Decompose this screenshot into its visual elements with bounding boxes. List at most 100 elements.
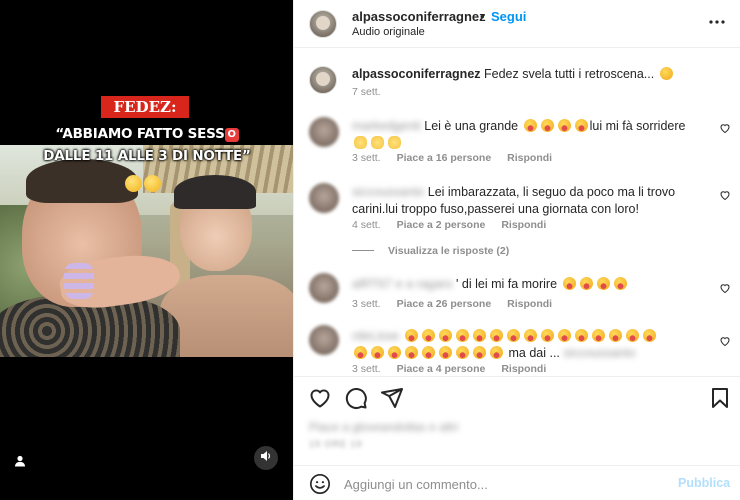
laughing-emoji-icon	[591, 329, 605, 342]
laughing-emoji-icon	[625, 329, 639, 342]
post-date: 19 ORE 19	[309, 439, 363, 449]
author-username[interactable]: alpassoconiferragnez	[352, 9, 486, 24]
comment-4-likes[interactable]: Piace a 4 persone	[397, 363, 486, 375]
laughing-emoji-icon	[506, 329, 520, 342]
comment-3: alRT67 e a ragaro ' di lei mi fa morire	[352, 276, 702, 293]
post-header: alpassoconiferragnez • Segui Audio origi…	[294, 0, 740, 48]
header-separator: •	[480, 9, 485, 24]
view-replies-label: Visualizza le risposte (2)	[388, 245, 510, 257]
video-badge: FEDEZ:	[101, 96, 189, 118]
laughing-emoji-icon	[523, 119, 537, 132]
comment-1: markedgenti Lei è una grande lui mi fà s…	[352, 118, 702, 152]
comment-3-blurred-text: e a ragaro	[395, 277, 453, 291]
caption-avatar[interactable]	[309, 66, 337, 94]
comment-2-reply[interactable]: Rispondi	[501, 219, 546, 231]
caption-username[interactable]: alpassoconiferragnez	[352, 67, 481, 81]
laughing-emoji-icon	[456, 346, 469, 359]
comment-avatar[interactable]	[309, 273, 339, 303]
caption-text: Fedez svela tutti i retroscena...	[484, 67, 655, 81]
video-emojis	[125, 175, 163, 196]
view-replies-button[interactable]: Visualizza le risposte (2)	[352, 245, 509, 257]
caption: alpassoconiferragnez Fedez svela tutti i…	[352, 66, 702, 83]
sweat-smile-emoji-icon	[144, 175, 161, 192]
laughing-emoji-icon	[438, 329, 452, 342]
publish-button[interactable]: Pubblica	[678, 476, 730, 490]
comment-4-time: 3 sett.	[352, 363, 381, 375]
laughing-emoji-icon	[608, 329, 622, 342]
post-media[interactable]: FEDEZ: “ABBIAMO FATTO SESS O DALLE 11 ALL…	[0, 0, 293, 500]
comment-1-time: 3 sett.	[352, 152, 381, 164]
comment-input[interactable]	[344, 474, 664, 494]
comment-3-time: 3 sett.	[352, 298, 381, 310]
painted-nails	[64, 263, 94, 299]
laughing-emoji-icon	[540, 329, 554, 342]
save-bookmark-icon[interactable]	[708, 386, 732, 410]
laughing-emoji-icon	[388, 346, 401, 359]
likes-summary[interactable]: Piace a gloveandollas e altri	[309, 420, 458, 434]
comment-like-icon[interactable]	[719, 122, 731, 134]
add-comment-bar: Pubblica	[294, 465, 740, 500]
comment-avatar[interactable]	[309, 325, 339, 355]
laughing-emoji-icon	[472, 329, 486, 342]
o-button-icon: O	[224, 128, 239, 142]
laughing-emoji-icon	[574, 119, 588, 132]
comment-3-username[interactable]: alRT67	[352, 277, 392, 291]
comment-2: siccoussanto Lei imbarazzata, li seguo d…	[352, 184, 702, 218]
sound-icon[interactable]	[254, 446, 278, 470]
emoji-picker-icon[interactable]	[309, 473, 331, 495]
laughing-emoji-icon	[371, 346, 384, 359]
laughing-emoji-icon	[473, 346, 486, 359]
video-quote-line-1: “ABBIAMO FATTO SESS O	[16, 126, 278, 142]
laughing-emoji-icon	[455, 329, 469, 342]
comment-bubble-icon[interactable]	[344, 386, 368, 410]
shush-emoji-icon	[125, 175, 142, 192]
action-bar	[294, 376, 740, 416]
comment-4-meta: 3 sett. Piace a 4 persone Rispondi	[352, 363, 546, 375]
comment-2-meta: 4 sett. Piace a 2 persone Rispondi	[352, 219, 546, 231]
share-send-icon[interactable]	[380, 386, 404, 410]
comment-4-username[interactable]: rdeLisse	[352, 329, 399, 343]
comment-like-icon[interactable]	[719, 189, 731, 201]
comment-like-icon[interactable]	[719, 282, 731, 294]
user-tag-icon[interactable]	[10, 452, 30, 472]
comment-1-reply[interactable]: Rispondi	[507, 152, 552, 164]
video-quote-line-2: DALLE 11 ALLE 3 DI NOTTE”	[43, 148, 251, 164]
comment-1-username[interactable]: markedgenti	[352, 119, 421, 133]
laughing-emoji-icon	[421, 329, 435, 342]
comment-4-text: ma dai ...	[508, 346, 560, 360]
comment-4-blurred-text: siccoussanto	[563, 346, 636, 360]
audio-label[interactable]: Audio originale	[352, 26, 425, 38]
author-avatar[interactable]	[309, 10, 337, 38]
laughing-emoji-icon	[489, 329, 503, 342]
comment-2-time: 4 sett.	[352, 219, 381, 231]
laughing-emoji-icon	[354, 346, 367, 359]
comment-4: rdeLisse ma dai ... siccoussanto	[352, 328, 702, 362]
comment-1-meta: 3 sett. Piace a 16 persone Rispondi	[352, 152, 552, 164]
like-heart-icon[interactable]	[308, 386, 332, 410]
comment-2-likes[interactable]: Piace a 2 persone	[397, 219, 486, 231]
post-panel: alpassoconiferragnez • Segui Audio origi…	[293, 0, 740, 500]
laughing-emoji-icon	[439, 346, 452, 359]
laughing-emoji-icon	[523, 329, 537, 342]
laughing-emoji-icon	[574, 329, 588, 342]
quote-line-1-text: “ABBIAMO FATTO SESS	[55, 126, 225, 142]
laughing-emoji-icon	[405, 346, 418, 359]
comment-avatar[interactable]	[309, 117, 339, 147]
comment-3-reply[interactable]: Rispondi	[507, 298, 552, 310]
comments-list[interactable]: alpassoconiferragnez Fedez svela tutti i…	[294, 49, 740, 376]
comment-avatar[interactable]	[309, 183, 339, 213]
comment-3-text: ' di lei mi fa morire	[456, 277, 558, 291]
laughing-emoji-icon	[490, 346, 503, 359]
comment-3-likes[interactable]: Piace a 26 persone	[397, 298, 492, 310]
rofl-emoji-icon	[596, 277, 610, 290]
more-options-icon[interactable]	[707, 12, 727, 32]
comment-3-meta: 3 sett. Piace a 26 persone Rispondi	[352, 298, 552, 310]
follow-button[interactable]: Segui	[491, 9, 526, 24]
comment-4-reply[interactable]: Rispondi	[501, 363, 546, 375]
sweat-smile-emoji-icon	[659, 67, 673, 80]
laughing-emoji-icon	[404, 329, 418, 342]
comment-2-username[interactable]: siccoussanto	[352, 185, 424, 199]
comment-1-likes[interactable]: Piace a 16 persone	[397, 152, 492, 164]
rofl-emoji-icon	[613, 277, 627, 290]
comment-like-icon[interactable]	[719, 335, 731, 347]
